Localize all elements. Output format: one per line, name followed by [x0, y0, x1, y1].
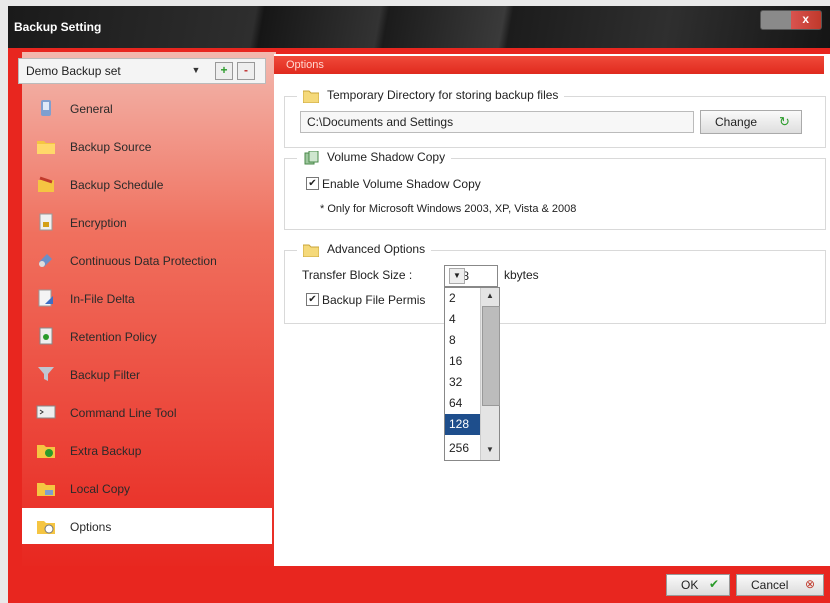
backup-set-select[interactable]: Demo Backup set ▼ + -	[18, 58, 266, 84]
vss-heading: Volume Shadow Copy	[297, 150, 452, 168]
options-header: Options	[274, 56, 824, 74]
advanced-options-group: Advanced Options	[284, 242, 826, 324]
schedule-icon	[38, 176, 54, 192]
nav-item-label: Backup Filter	[70, 368, 141, 382]
vss-note: * Only for Microsoft Windows 2003, XP, V…	[320, 203, 577, 215]
window-title: Backup Setting	[14, 20, 102, 34]
backup-set-name: Demo Backup set	[26, 64, 121, 78]
folder-icon	[37, 141, 55, 154]
enable-vss-label: Enable Volume Shadow Copy	[322, 177, 481, 191]
settings-nav: General Backup Source Backup Schedule En…	[22, 90, 272, 544]
nav-item-label: Retention Policy	[70, 330, 157, 344]
scroll-up-icon[interactable]: ▲	[482, 288, 498, 304]
nav-item-label: In-File Delta	[70, 292, 135, 306]
cdp-icon	[39, 254, 52, 267]
retention-icon	[39, 327, 53, 345]
backup-file-permission-label: Backup File Permis	[322, 293, 426, 307]
cancel-button[interactable]: Cancel ⊗	[736, 574, 824, 596]
refresh-icon: ↻	[779, 114, 790, 129]
ok-button-label: OK	[681, 578, 699, 592]
temp-directory-field[interactable]: C:\Documents and Settings	[300, 111, 694, 133]
nav-item-retention-policy[interactable]: Retention Policy	[22, 318, 272, 356]
backup-file-permission-checkbox[interactable]: ✔	[306, 293, 319, 306]
dropdown-option[interactable]: 16	[445, 351, 483, 372]
delta-icon	[38, 289, 53, 307]
scrollbar-thumb[interactable]	[482, 306, 500, 406]
window-controls[interactable]: x	[760, 10, 822, 30]
folder-icon	[303, 90, 319, 103]
nav-item-backup-schedule[interactable]: Backup Schedule	[22, 166, 272, 204]
dropdown-option-selected[interactable]: 128	[445, 414, 483, 435]
dropdown-option[interactable]: 64	[445, 393, 483, 414]
dropdown-option[interactable]: 256	[445, 438, 483, 459]
change-directory-button[interactable]: Change ↻	[700, 110, 802, 134]
local-copy-icon	[37, 483, 55, 496]
cancel-button-label: Cancel	[751, 578, 789, 592]
dropdown-option[interactable]: 32	[445, 372, 483, 393]
nav-item-label: Backup Source	[70, 140, 152, 154]
close-icon[interactable]: x	[802, 12, 809, 26]
dropdown-option[interactable]: 2	[445, 288, 483, 309]
nav-item-local-copy[interactable]: Local Copy	[22, 470, 272, 508]
nav-item-extra-backup[interactable]: Extra Backup	[22, 432, 272, 470]
remove-backup-set-button[interactable]: -	[237, 62, 255, 80]
enable-vss-checkbox[interactable]: ✔	[306, 177, 319, 190]
nav-item-encryption[interactable]: Encryption	[22, 204, 272, 242]
nav-item-backup-filter[interactable]: Backup Filter	[22, 356, 272, 394]
nav-item-label: Command Line Tool	[70, 406, 177, 420]
volume-shadow-copy-group: Volume Shadow Copy	[284, 150, 826, 230]
nav-item-label: Extra Backup	[70, 444, 142, 458]
block-size-unit: kbytes	[504, 268, 539, 282]
nav-item-label: Options	[70, 520, 112, 534]
terminal-icon	[36, 405, 56, 419]
dropdown-option[interactable]: 8	[445, 330, 483, 351]
ok-button[interactable]: OK ✔	[666, 574, 730, 596]
add-backup-set-button[interactable]: +	[215, 62, 233, 80]
nav-item-label: Encryption	[70, 216, 127, 230]
nav-item-command-line-tool[interactable]: Command Line Tool	[22, 394, 272, 432]
block-size-dropdown-list[interactable]: 2 4 8 16 32 64 128 256 ▲ ▼	[444, 287, 500, 461]
scroll-down-icon[interactable]: ▼	[482, 442, 498, 458]
nav-item-in-file-delta[interactable]: In-File Delta	[22, 280, 272, 318]
nav-item-label: Backup Schedule	[70, 178, 164, 192]
extra-backup-icon	[37, 445, 55, 458]
nav-item-label: Continuous Data Protection	[70, 254, 217, 268]
nav-item-label: Local Copy	[70, 482, 131, 496]
check-icon: ✔	[709, 577, 720, 591]
nav-item-label: General	[70, 102, 113, 116]
dropdown-scrollbar[interactable]: ▲ ▼	[480, 288, 500, 460]
block-size-label: Transfer Block Size :	[302, 268, 413, 282]
advanced-options-heading-text: Advanced Options	[327, 242, 426, 256]
nav-item-continuous-data-protection[interactable]: Continuous Data Protection	[22, 242, 272, 280]
nav-item-general[interactable]: General	[22, 90, 272, 128]
temp-directory-value: C:\Documents and Settings	[307, 115, 454, 129]
chevron-down-icon[interactable]: ▼	[189, 63, 203, 77]
nav-item-backup-source[interactable]: Backup Source	[22, 128, 272, 166]
general-icon	[41, 100, 51, 116]
advanced-options-heading: Advanced Options	[297, 242, 432, 260]
advanced-options-icon	[303, 244, 319, 257]
options-header-title: Options	[286, 59, 324, 71]
temp-directory-heading-text: Temporary Directory for storing backup f…	[327, 88, 559, 102]
chevron-down-icon[interactable]: ▼	[449, 268, 465, 284]
change-button-label: Change	[715, 115, 758, 129]
title-bar: Backup Setting x	[8, 6, 830, 48]
backup-setting-window: Backup Setting x Demo Backup set ▼ + - G…	[0, 0, 830, 603]
dropdown-option[interactable]: 4	[445, 309, 483, 330]
shadow-copy-icon	[304, 150, 319, 165]
vss-heading-text: Volume Shadow Copy	[327, 150, 446, 164]
encryption-icon	[39, 213, 53, 231]
cancel-icon: ⊗	[805, 577, 816, 591]
options-icon	[37, 521, 55, 534]
filter-icon	[38, 367, 54, 381]
block-size-select[interactable]: 128 ▼	[444, 265, 498, 287]
nav-item-options[interactable]: Options	[22, 508, 272, 544]
temp-directory-heading: Temporary Directory for storing backup f…	[297, 88, 565, 106]
